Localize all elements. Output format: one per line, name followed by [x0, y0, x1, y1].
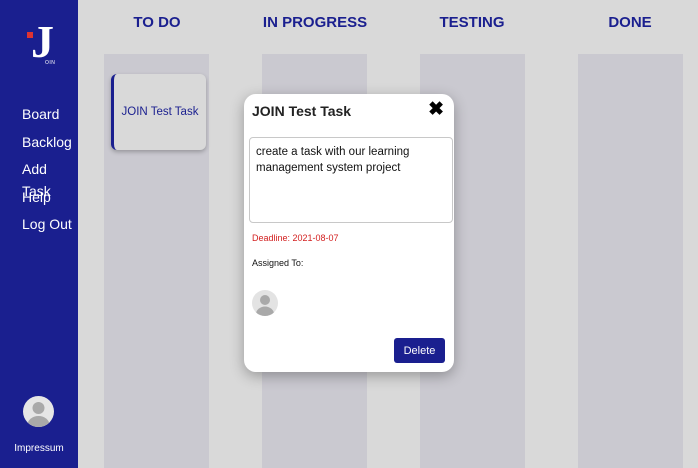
assigned-to-label: Assigned To:: [252, 258, 304, 268]
task-description-field[interactable]: create a task with our learning manageme…: [249, 137, 453, 223]
logo-subtext: OIN: [45, 60, 56, 66]
task-card[interactable]: JOIN Test Task: [111, 74, 206, 150]
sidebar-item-help[interactable]: Help: [22, 186, 78, 214]
column-done[interactable]: [578, 54, 683, 468]
task-card-title: JOIN Test Task: [121, 106, 199, 118]
assignee-avatar-icon: [252, 290, 278, 316]
sidebar-item-board[interactable]: Board: [22, 103, 78, 131]
sidebar: J OIN Board Backlog Add Task Help Log Ou…: [0, 0, 78, 468]
delete-button[interactable]: Delete: [394, 338, 445, 363]
task-detail-modal: JOIN Test Task ✖ create a task with our …: [244, 94, 454, 372]
column-title-testing: TESTING: [439, 14, 505, 31]
deadline-text: Deadline: 2021-08-07: [252, 233, 339, 243]
join-logo[interactable]: J OIN: [22, 18, 58, 70]
sidebar-item-log-out[interactable]: Log Out: [22, 213, 78, 241]
column-title-todo: TO DO: [133, 14, 181, 31]
close-icon[interactable]: ✖: [428, 100, 444, 120]
user-avatar-icon[interactable]: [23, 396, 54, 427]
column-title-done: DONE: [608, 14, 652, 31]
impressum-link[interactable]: Impressum: [0, 443, 78, 454]
sidebar-nav: Board Backlog Add Task Help Log Out: [22, 103, 78, 241]
sidebar-item-add-task[interactable]: Add Task: [22, 158, 78, 199]
column-title-in-progress: IN PROGRESS: [262, 14, 368, 31]
sidebar-item-backlog[interactable]: Backlog: [22, 131, 78, 159]
modal-title: JOIN Test Task: [252, 103, 352, 119]
logo-letter: J: [31, 16, 54, 67]
